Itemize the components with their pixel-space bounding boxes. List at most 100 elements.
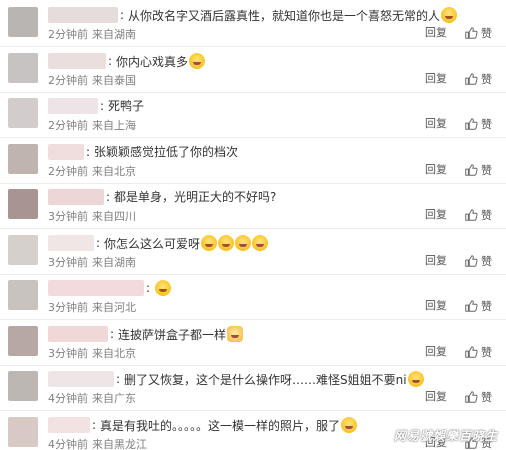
avatar[interactable] [8, 98, 38, 128]
comment-meta: 2分钟前 来自北京 [48, 165, 136, 179]
comment-meta: 4分钟前 来自黑龙江 [48, 438, 147, 450]
like-label: 赞 [481, 345, 492, 359]
thumbs-up-icon [464, 299, 478, 313]
avatar[interactable] [8, 143, 38, 174]
location: 来自湖南 [92, 255, 136, 269]
comment-text-content: 你内心戏真多 [116, 54, 189, 69]
username-blurred[interactable] [48, 280, 144, 296]
comment-row: : 张颖颖感觉拉低了你的档次 2分钟前 来自北京 回复 赞 [0, 137, 506, 184]
like-label: 赞 [481, 27, 492, 40]
comment-text: 真是有我吐的。。。。。这一模一样的照片，服了 [100, 416, 358, 434]
comment-meta: 2分钟前 来自泰国 [48, 74, 136, 88]
like-button[interactable]: 赞 [464, 71, 492, 87]
comment-text-content: 死鸭子 [108, 99, 145, 113]
like-button[interactable]: 赞 [464, 344, 492, 360]
avatar[interactable] [8, 7, 38, 37]
comment-text: 从你改名字又酒后露真性，就知道你也是一个喜怒无常的人 [128, 7, 458, 24]
thumbs-up-icon [464, 208, 478, 222]
like-label: 赞 [481, 254, 492, 268]
reply-button[interactable]: 回复 [425, 163, 447, 177]
avatar[interactable] [8, 52, 38, 83]
comment-text-content: 你怎么这么可爱呀 [104, 236, 201, 251]
like-label: 赞 [481, 72, 492, 86]
username-blurred[interactable] [48, 234, 94, 251]
username-blurred[interactable] [48, 7, 118, 23]
comment-row: : 都是单身，光明正大的不好吗? 3分钟前 来自四川 回复 赞 [0, 182, 506, 229]
like-button[interactable]: 赞 [464, 253, 492, 269]
avatar[interactable] [8, 325, 38, 356]
like-label: 赞 [481, 209, 492, 222]
reply-button[interactable]: 回复 [425, 72, 447, 86]
face-emoji-icon [201, 234, 218, 251]
location: 来自上海 [92, 119, 136, 132]
comment-text: 张颖颖感觉拉低了你的档次 [94, 144, 238, 160]
like-button[interactable]: 赞 [464, 389, 492, 405]
username-blurred[interactable] [48, 371, 114, 387]
like-button[interactable]: 赞 [464, 25, 492, 41]
comment-text-content: 连披萨饼盒子都一样 [118, 327, 227, 342]
timestamp: 4分钟前 [48, 392, 88, 405]
location: 来自黑龙江 [92, 437, 147, 450]
name-separator: : [86, 144, 91, 159]
location: 来自广东 [92, 392, 136, 405]
name-separator: : [106, 190, 111, 204]
thumbs-up-icon [464, 254, 478, 268]
comment-meta: 3分钟前 来自四川 [48, 210, 136, 224]
comment-meta: 2分钟前 来自湖南 [48, 28, 136, 42]
like-button[interactable]: 赞 [464, 298, 492, 314]
avatar[interactable] [8, 234, 38, 265]
reply-button[interactable]: 回复 [425, 390, 447, 404]
face-emoji-icon [235, 234, 252, 251]
comment-feed: : 从你改名字又酒后露真性，就知道你也是一个喜怒无常的人 2分钟前 来自湖南 回复赞: 你… [0, 0, 506, 450]
like-button[interactable]: 赞 [464, 207, 492, 223]
avatar[interactable] [8, 189, 38, 219]
reply-button[interactable]: 回复 [425, 299, 447, 313]
avatar[interactable] [8, 416, 38, 447]
comment-text: 都是单身，光明正大的不好吗? [114, 189, 276, 205]
reply-button[interactable]: 回复 [425, 345, 447, 359]
username-blurred[interactable] [48, 98, 98, 114]
thumbs-up-icon [464, 163, 478, 177]
face-emoji-icon [155, 280, 171, 296]
comment-text-content: 都是单身，光明正大的不好吗? [114, 190, 277, 204]
face-emoji-icon [341, 416, 358, 433]
comment-text: 你内心戏真多 [116, 52, 206, 70]
like-button[interactable]: 赞 [464, 116, 492, 132]
comment-text: 死鸭子 [108, 98, 144, 114]
timestamp: 2分钟前 [48, 73, 88, 87]
username-blurred[interactable] [48, 52, 106, 69]
face-emoji-icon [189, 52, 206, 69]
like-button[interactable]: 赞 [464, 162, 492, 178]
like-label: 赞 [481, 118, 492, 131]
location: 来自河北 [92, 301, 136, 314]
face-emoji-icon [252, 234, 269, 251]
reply-button[interactable]: 回复 [425, 26, 447, 40]
avatar[interactable] [8, 280, 38, 310]
face-emoji-icon [218, 234, 235, 251]
reply-button[interactable]: 回复 [425, 117, 447, 131]
comment-row: : 从你改名字又酒后露真性，就知道你也是一个喜怒无常的人 2分钟前 来自湖南 回复 赞 [0, 0, 506, 47]
comment-row: : 删了又恢复，这个是什么操作呀……难怪S姐姐不要ni 4分钟前 来自广东 回复 赞 [0, 364, 506, 411]
comment-row: : 你内心戏真多 2分钟前 来自泰国 回复 赞 [0, 46, 506, 93]
thumbs-up-icon [464, 345, 478, 359]
username-blurred[interactable] [48, 325, 108, 342]
timestamp: 3分钟前 [48, 255, 88, 269]
like-label: 赞 [481, 163, 492, 177]
thumbs-up-icon [464, 390, 478, 404]
avatar[interactable] [8, 371, 38, 401]
timestamp: 3分钟前 [48, 301, 88, 314]
comment-meta: 3分钟前 来自湖南 [48, 256, 136, 270]
location: 来自泰国 [92, 73, 136, 87]
face-emoji-icon [407, 371, 424, 387]
username-blurred[interactable] [48, 416, 90, 433]
location: 来自湖南 [92, 28, 136, 41]
username-blurred[interactable] [48, 143, 84, 160]
reply-button[interactable]: 回复 [425, 208, 447, 222]
comment-row: :3分钟前 来自河北 回复赞 [0, 273, 506, 320]
reply-button[interactable]: 回复 [425, 254, 447, 268]
cat-emoji-icon [227, 325, 244, 342]
username-blurred[interactable] [48, 189, 104, 205]
timestamp: 4分钟前 [48, 437, 88, 450]
comment-row: : 死鸭子 2分钟前 来自上海 回复 赞 [0, 91, 506, 138]
comment-row: : 你怎么这么可爱呀 3分钟前 来自湖南 回复 赞 [0, 228, 506, 275]
